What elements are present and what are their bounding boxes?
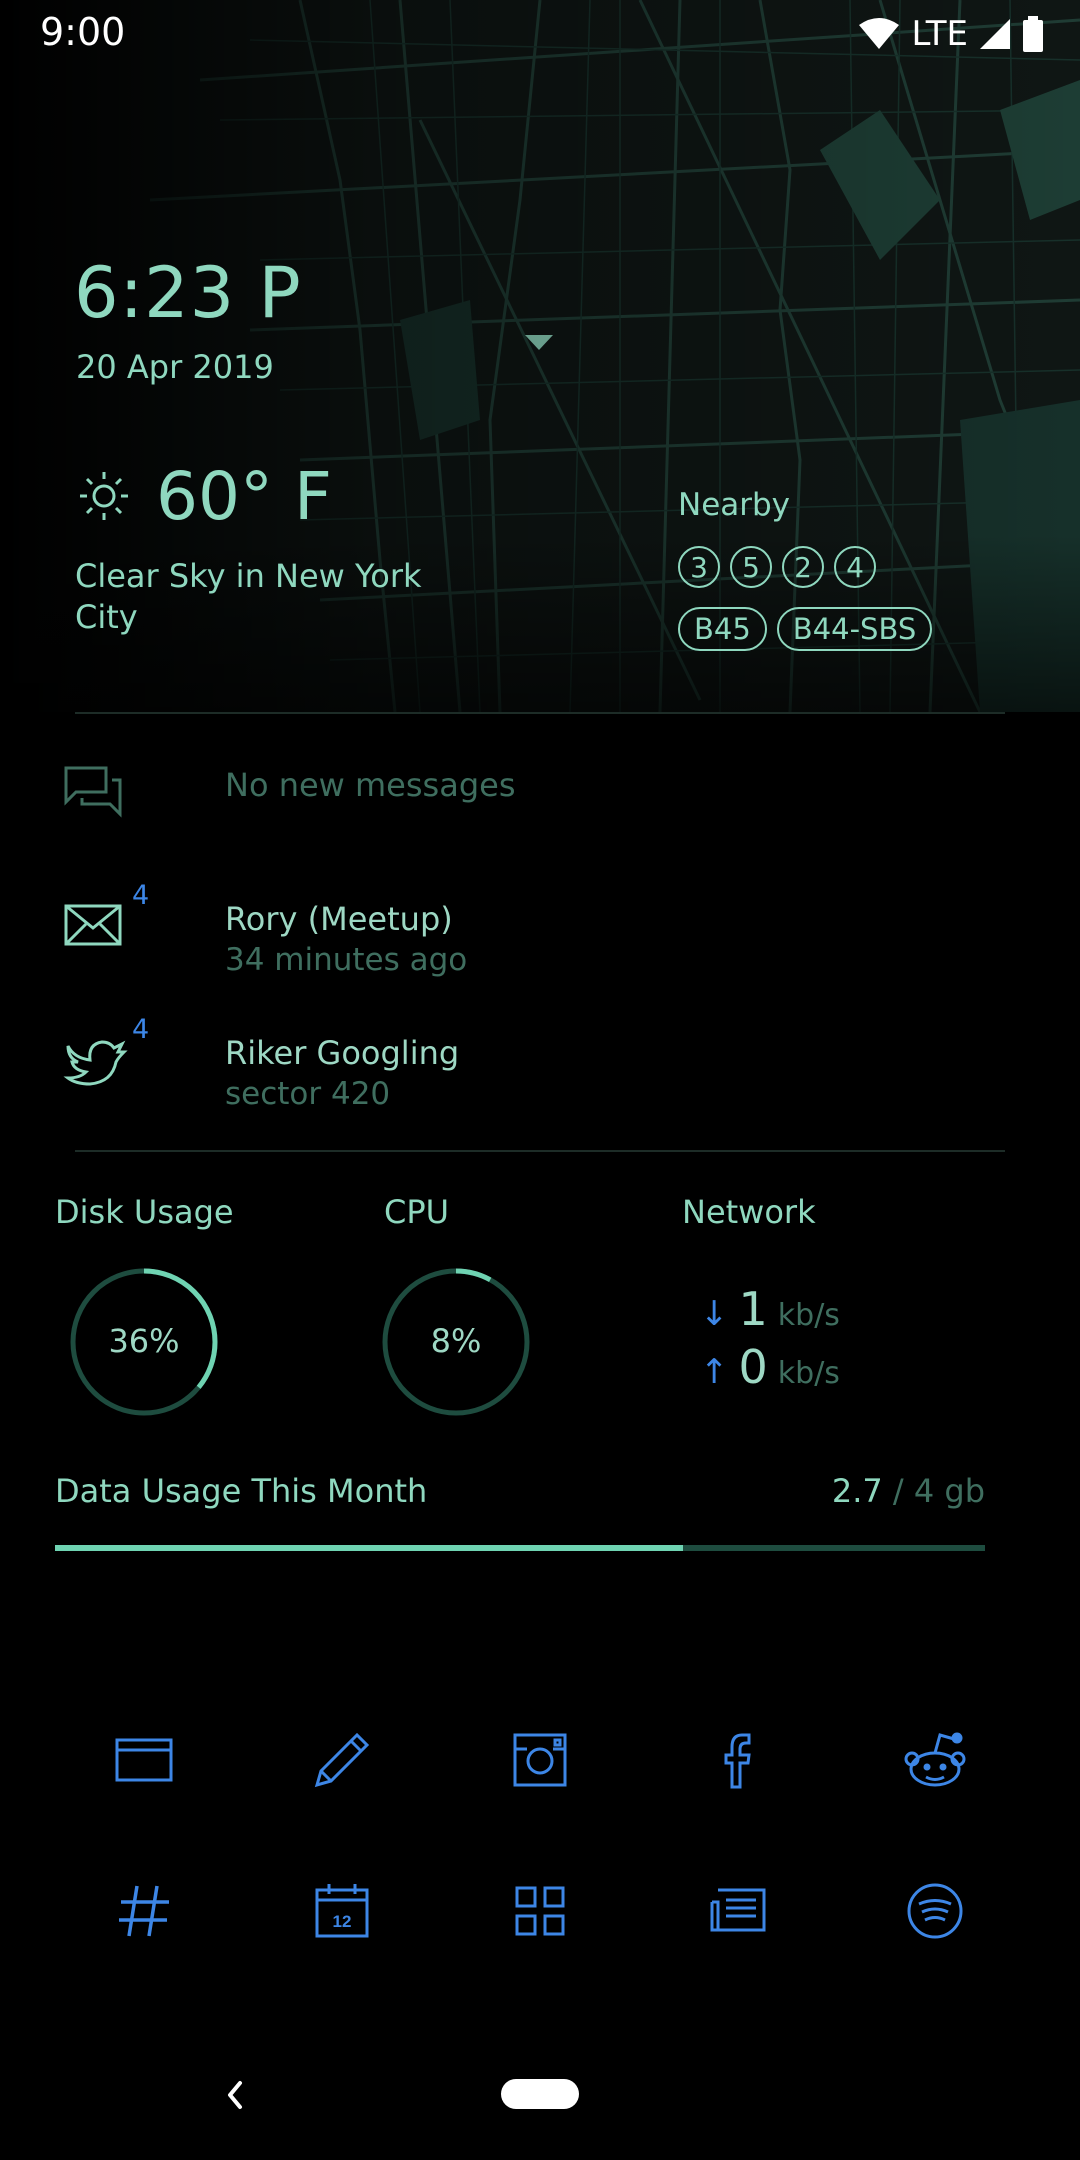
chat-icon[interactable] <box>60 762 130 822</box>
back-button[interactable] <box>220 2075 250 2115</box>
nearby-train-routes: 3 5 2 4 <box>678 546 876 588</box>
divider <box>75 712 1005 714</box>
calendar-day: 12 <box>333 1912 352 1931</box>
network-download: ↓ 1 kb/s <box>700 1282 840 1336</box>
twitter-count-badge: 4 <box>132 1014 150 1045</box>
bus-route-badge[interactable]: B44-SBS <box>776 607 933 651</box>
browser-icon[interactable] <box>109 1725 179 1795</box>
train-route-badge[interactable]: 4 <box>834 546 876 588</box>
reddit-icon[interactable] <box>900 1725 970 1795</box>
download-value: 1 <box>738 1282 768 1336</box>
mail-sender[interactable]: Rory (Meetup) <box>225 900 453 938</box>
pencil-icon[interactable] <box>307 1725 377 1795</box>
nearby-label: Nearby <box>678 487 791 523</box>
cpu-label: CPU <box>384 1193 450 1231</box>
arrow-up-icon: ↑ <box>700 1352 729 1392</box>
battery-icon <box>1023 16 1043 52</box>
clock-date[interactable]: 20 Apr 2019 <box>76 348 274 386</box>
clock-time[interactable]: 6:23 P <box>74 252 302 334</box>
wifi-icon <box>859 18 900 49</box>
sun-icon <box>80 472 128 520</box>
data-used: 2.7 <box>831 1472 883 1510</box>
mail-time: 34 minutes ago <box>225 942 468 978</box>
cpu-value: 8% <box>430 1322 482 1360</box>
calendar-icon[interactable]: 12 <box>307 1876 377 1946</box>
mail-icon[interactable] <box>60 898 130 958</box>
cell-signal-icon <box>980 19 1010 49</box>
data-usage-value: 2.7 / 4 gb <box>832 1472 985 1510</box>
tweet-text: sector 420 <box>225 1076 391 1112</box>
weather-temperature[interactable]: 60° F <box>156 458 332 535</box>
upload-value: 0 <box>738 1340 768 1394</box>
train-route-badge[interactable]: 3 <box>678 546 720 588</box>
instagram-icon[interactable] <box>505 1725 575 1795</box>
data-total: / 4 gb <box>892 1472 985 1510</box>
upload-unit: kb/s <box>777 1356 840 1391</box>
data-usage-bar[interactable] <box>55 1545 985 1551</box>
data-usage-label: Data Usage This Month <box>55 1472 428 1510</box>
facebook-icon[interactable] <box>702 1725 772 1795</box>
train-route-badge[interactable]: 2 <box>782 546 824 588</box>
data-usage-bar-fill <box>55 1545 683 1551</box>
twitter-icon[interactable] <box>60 1032 130 1092</box>
network-label: Network <box>682 1193 816 1231</box>
news-icon[interactable] <box>702 1876 772 1946</box>
arrow-down-icon: ↓ <box>700 1294 729 1334</box>
network-type: LTE <box>911 14 968 54</box>
messages-status[interactable]: No new messages <box>225 766 515 804</box>
mail-count-badge: 4 <box>132 880 150 911</box>
tweet-author[interactable]: Riker Googling <box>225 1034 459 1072</box>
network-upload: ↑ 0 kb/s <box>700 1340 840 1394</box>
download-unit: kb/s <box>777 1298 840 1333</box>
bus-route-badge[interactable]: B45 <box>678 607 767 651</box>
disk-usage-label: Disk Usage <box>55 1193 234 1231</box>
home-button[interactable] <box>501 2079 579 2109</box>
divider <box>75 1150 1005 1152</box>
status-bar-icons: LTE <box>857 14 1044 54</box>
app-grid-icon[interactable] <box>505 1876 575 1946</box>
weather-conditions: Clear Sky in New York City <box>75 557 422 636</box>
status-bar-time: 9:00 <box>40 10 126 54</box>
disk-usage-value: 36% <box>108 1322 180 1360</box>
spotify-icon[interactable] <box>900 1876 970 1946</box>
slack-hashtag-icon[interactable] <box>109 1876 179 1946</box>
train-route-badge[interactable]: 5 <box>730 546 772 588</box>
nearby-bus-routes: B45 B44-SBS <box>678 607 933 651</box>
